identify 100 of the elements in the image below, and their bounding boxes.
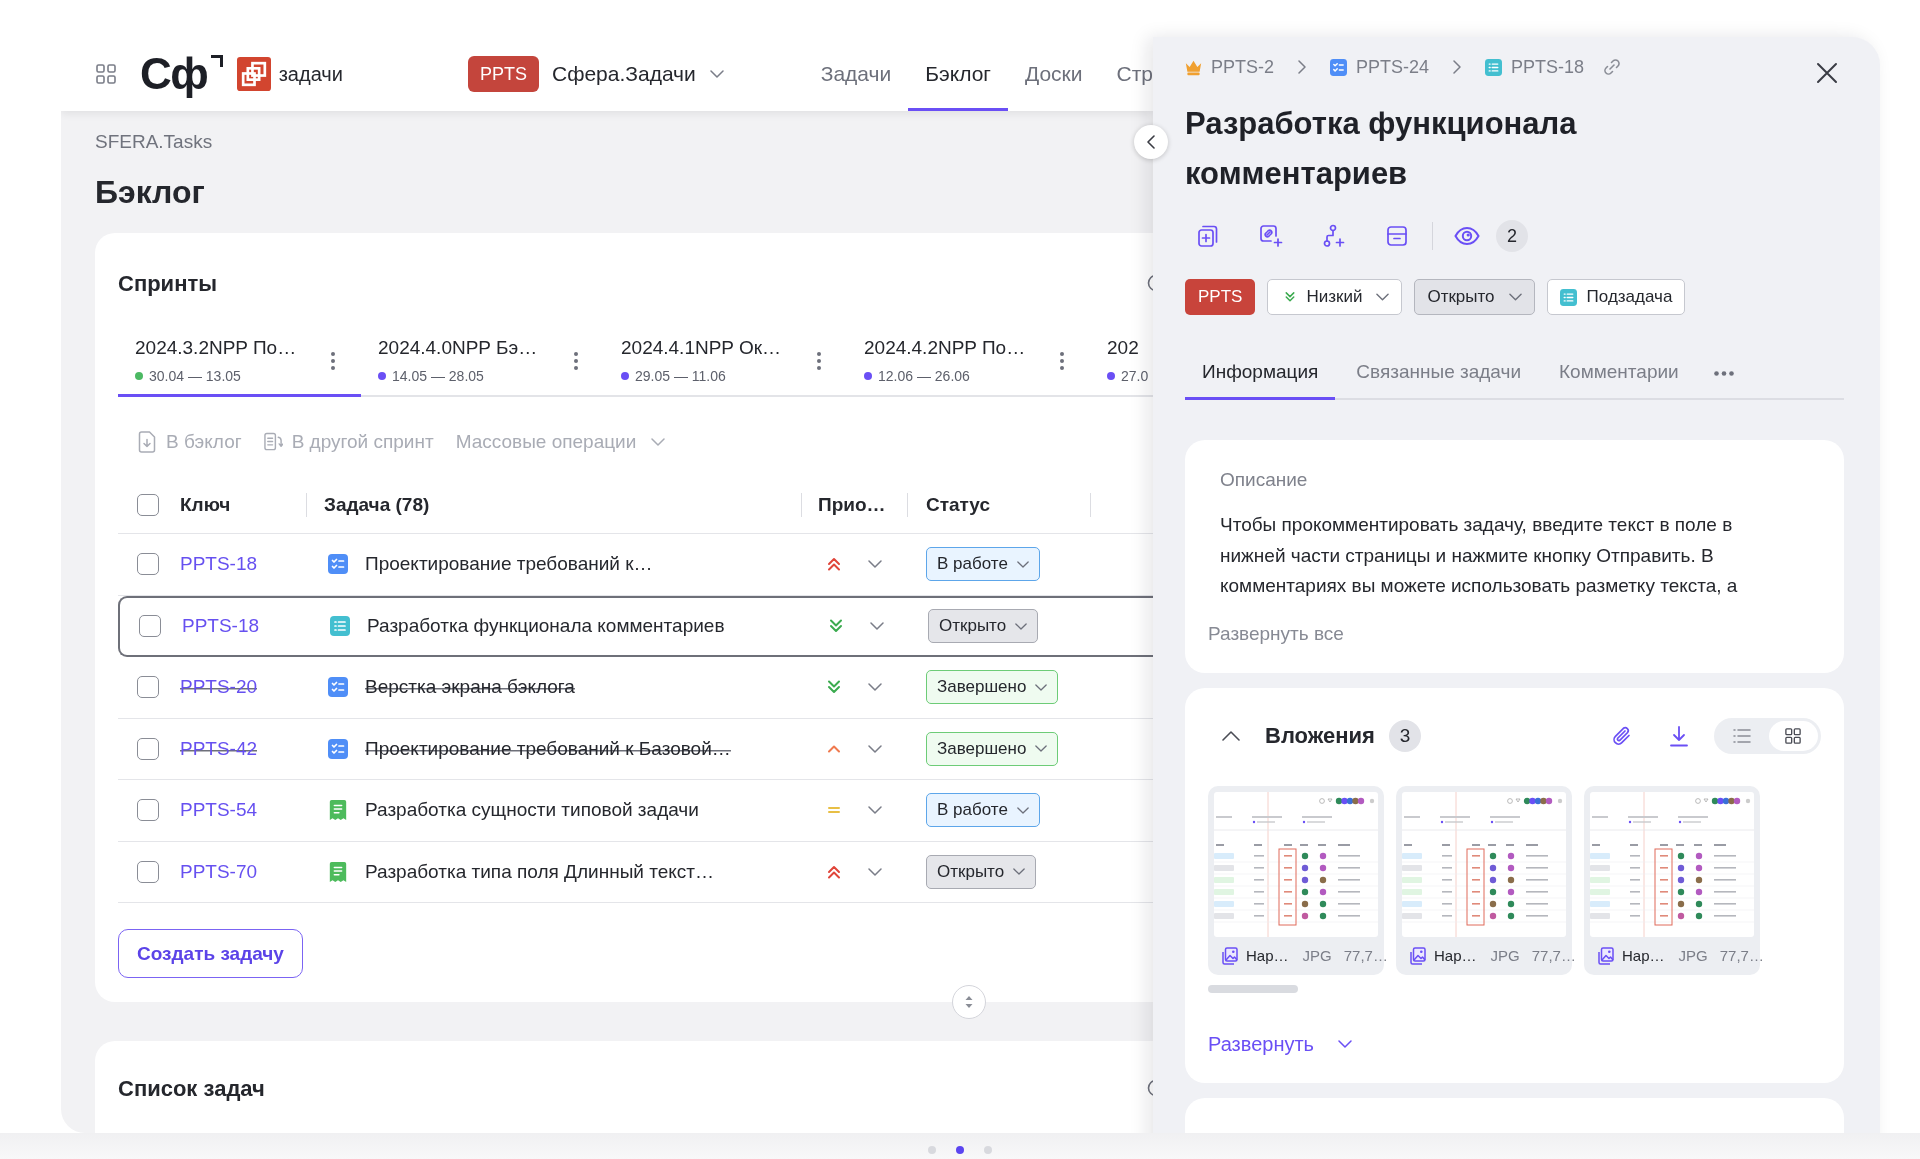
tab[interactable]: Комментарии <box>1542 348 1696 400</box>
status-dropdown[interactable]: Завершено <box>926 731 1059 766</box>
nav-tab[interactable]: Доски <box>1007 37 1100 111</box>
carousel-dot[interactable] <box>928 1146 936 1154</box>
download-icon[interactable] <box>1669 724 1689 747</box>
task-key-link[interactable]: PPTS-18 <box>182 614 260 639</box>
checkbox[interactable] <box>137 553 159 576</box>
kebab-menu-icon[interactable] <box>331 351 335 370</box>
kebab-menu-icon[interactable] <box>1060 351 1064 370</box>
status-dropdown[interactable]: Завершено <box>926 670 1059 705</box>
sprint-tab[interactable]: 2024.4.1NPP Ок… 29.05 — 11.06 <box>604 336 847 397</box>
kebab-menu-icon[interactable] <box>817 351 821 370</box>
apps-grid-icon[interactable] <box>96 64 116 84</box>
carousel-dot[interactable] <box>984 1146 992 1154</box>
search-icon[interactable] <box>1146 1079 1153 1099</box>
sprint-dates: 29.05 — 11.06 <box>635 367 726 385</box>
chevron-up-icon[interactable] <box>1222 730 1240 741</box>
type-dropdown[interactable]: Подзадача <box>1546 279 1686 315</box>
task-title[interactable]: Разработка сущности типовой задачи <box>365 798 699 823</box>
chevron-down-icon <box>1013 868 1026 876</box>
status-dropdown[interactable]: Открыто <box>928 609 1039 644</box>
expand-link[interactable]: Развернуть <box>1208 1031 1352 1056</box>
expand-all-link[interactable]: Развернуть все <box>1208 621 1344 646</box>
chevron-down-icon[interactable] <box>709 70 724 78</box>
paperclip-icon[interactable] <box>1612 724 1632 747</box>
tab[interactable]: Информация <box>1185 348 1336 400</box>
chevron-down-icon[interactable] <box>868 560 882 569</box>
chevron-down-icon <box>1016 806 1029 814</box>
carousel-dot[interactable] <box>956 1146 964 1154</box>
status-dropdown[interactable]: В работе <box>926 547 1040 582</box>
column-header[interactable]: Статус <box>926 493 991 516</box>
nav-tab[interactable]: Задачи <box>803 37 909 111</box>
link-icon[interactable] <box>1602 57 1623 77</box>
project-selector[interactable]: Сфера.Задачи <box>551 62 696 86</box>
checkbox[interactable] <box>139 615 161 638</box>
nav-tab[interactable]: Стр <box>1099 37 1153 111</box>
sprint-tab[interactable]: 2024.3.2NPP По… 30.04 — 13.05 <box>118 336 361 397</box>
chevron-down-icon[interactable] <box>870 622 884 631</box>
search-icon[interactable] <box>1146 274 1153 294</box>
chevron-down-icon <box>1508 293 1522 301</box>
table-row[interactable]: PPTS-54 Разработка сущности типовой задачи В работе <box>118 780 1153 842</box>
attachment-card[interactable]: Нар… JPG 77,7… <box>1396 785 1572 975</box>
status-dropdown[interactable]: Открыто <box>1414 279 1535 315</box>
breadcrumb-link[interactable]: PPTS-2 <box>1211 56 1275 78</box>
link-plus-icon[interactable] <box>1259 224 1283 248</box>
branch-plus-icon[interactable] <box>1322 224 1346 248</box>
create-task-button[interactable]: Создать задачу <box>118 929 303 978</box>
double-chevron-up-icon <box>826 863 842 880</box>
checklist-icon <box>328 738 348 759</box>
section-title: Вложения <box>1265 722 1375 749</box>
sprint-tab[interactable]: 2024.4.2NPP По… 12.06 — 26.06 <box>847 336 1090 397</box>
checkbox[interactable] <box>137 860 159 883</box>
sprint-tab[interactable]: 2024.4.0NPP Бэ… 14.05 — 28.05 <box>361 336 604 397</box>
sprint-dates: 27.0 <box>1121 367 1149 385</box>
view-option[interactable] <box>1768 720 1818 751</box>
eye-icon[interactable] <box>1454 226 1480 246</box>
chevron-down-icon[interactable] <box>868 867 882 876</box>
tab[interactable]: Связанные задачи <box>1339 348 1539 400</box>
copy-plus-icon[interactable] <box>1196 224 1220 248</box>
column-header[interactable]: Задача (78) <box>324 493 430 516</box>
chevron-down-icon[interactable] <box>868 806 882 815</box>
sprint-dates: 12.06 — 26.06 <box>878 367 970 385</box>
checkbox[interactable] <box>137 737 159 760</box>
column-header[interactable]: Ключ <box>180 493 231 516</box>
status-dropdown[interactable]: В работе <box>926 793 1040 828</box>
archive-icon[interactable] <box>1385 224 1409 248</box>
kebab-menu-icon[interactable] <box>574 351 578 370</box>
close-icon[interactable] <box>1816 62 1838 84</box>
sprint-tab[interactable]: 202 27.0 <box>1090 336 1153 397</box>
status-dropdown[interactable]: Открыто <box>926 854 1037 889</box>
table-row[interactable]: PPTS-18 Проектирование требований к… В работе <box>118 534 1153 596</box>
table-row[interactable]: PPTS-70 Разработка типа поля Длинный текст… Открыто <box>118 841 1153 903</box>
attachment-card[interactable]: Нар… JPG 77,7… <box>1584 785 1760 975</box>
corner-mark-icon <box>210 55 223 67</box>
breadcrumb-link[interactable]: PPTS-24 <box>1356 56 1430 78</box>
task-key-link[interactable]: PPTS-70 <box>180 859 258 884</box>
column-header[interactable]: Прио… <box>818 493 886 516</box>
resize-handle[interactable] <box>952 985 986 1019</box>
checkbox[interactable] <box>137 676 159 699</box>
attachment-card[interactable]: Нар… JPG 77,7… <box>1208 785 1384 975</box>
task-title[interactable]: Проектирование требований к… <box>365 552 653 577</box>
more-icon[interactable] <box>1713 370 1734 376</box>
task-title[interactable]: Разработка функционала комментариев <box>367 614 725 639</box>
chevron-down-icon[interactable] <box>868 744 882 753</box>
breadcrumb-link[interactable]: PPTS-18 <box>1511 56 1585 78</box>
scrollbar-thumb[interactable] <box>1208 984 1298 993</box>
priority-dropdown[interactable]: Низкий <box>1267 279 1403 315</box>
file-type: JPG <box>1302 947 1332 964</box>
chevron-down-icon <box>651 438 666 446</box>
sprint-name: 202 <box>1107 336 1139 360</box>
document-icon <box>328 800 348 821</box>
task-key-link[interactable]: PPTS-54 <box>180 798 258 823</box>
checklist-icon <box>1330 58 1348 76</box>
file-name: Нар… <box>1246 947 1289 964</box>
task-key-link[interactable]: PPTS-18 <box>180 552 258 577</box>
task-title[interactable]: Разработка типа поля Длинный текст… <box>365 859 714 884</box>
checkbox[interactable] <box>137 799 159 822</box>
table-row[interactable]: PPTS-18 Разработка функционала комментариев Открыто <box>118 595 1153 657</box>
checkbox[interactable] <box>137 493 159 516</box>
chevron-down-icon[interactable] <box>868 683 882 692</box>
